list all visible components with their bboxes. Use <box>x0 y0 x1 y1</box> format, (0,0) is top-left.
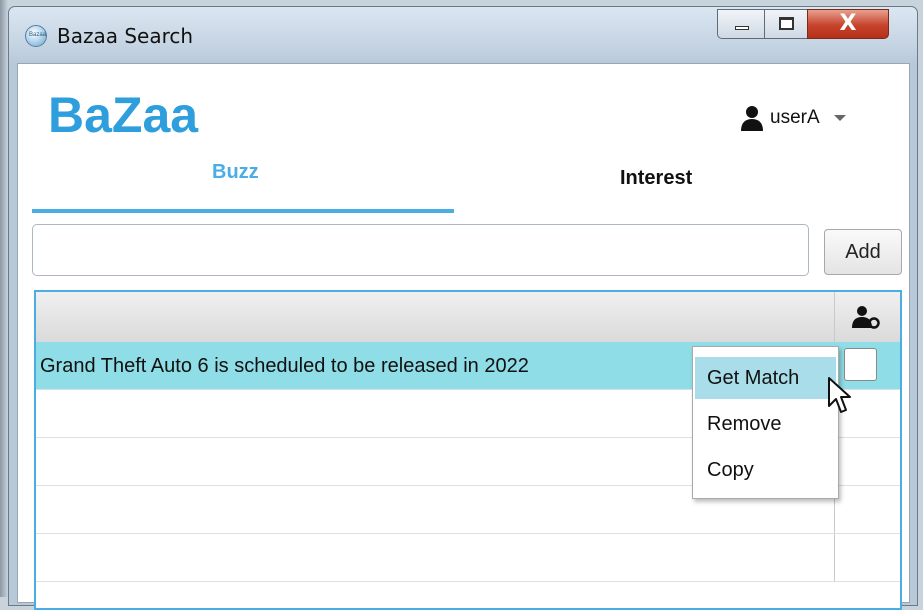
maximize-button[interactable] <box>764 9 808 39</box>
window-title: Bazaa Search <box>57 24 194 48</box>
user-name: userA <box>770 107 820 128</box>
chevron-down-icon <box>833 115 846 121</box>
menu-item-copy[interactable]: Copy <box>695 449 836 491</box>
user-gear-icon[interactable] <box>852 305 882 329</box>
active-tab-indicator <box>32 209 454 213</box>
buzz-input[interactable] <box>32 224 809 276</box>
tab-buzz[interactable]: Buzz <box>212 161 282 184</box>
user-menu[interactable]: userA <box>740 104 846 132</box>
close-button[interactable]: X <box>807 9 889 39</box>
context-menu: Get Match Remove Copy <box>692 346 839 499</box>
add-button[interactable]: Add <box>824 229 902 275</box>
maximize-icon <box>779 17 794 30</box>
menu-item-get-match[interactable]: Get Match <box>695 357 836 399</box>
user-icon <box>741 106 763 131</box>
row-text: Grand Theft Auto 6 is scheduled to be re… <box>40 355 529 377</box>
menu-item-remove[interactable]: Remove <box>695 403 836 445</box>
table-header <box>36 292 900 343</box>
column-divider <box>834 534 835 581</box>
background-window-edge <box>0 0 8 597</box>
table-row[interactable] <box>36 534 900 582</box>
title-bar[interactable]: Bazaa Bazaa Search X <box>9 7 917 65</box>
app-logo: BaZaa <box>48 87 199 143</box>
close-icon: X <box>839 11 857 36</box>
minimize-button[interactable] <box>717 9 765 39</box>
mouse-cursor-icon <box>828 377 851 413</box>
column-divider <box>834 292 835 342</box>
app-icon[interactable]: Bazaa <box>25 25 47 47</box>
minimize-icon <box>735 26 749 30</box>
tab-interest[interactable]: Interest <box>620 167 692 190</box>
